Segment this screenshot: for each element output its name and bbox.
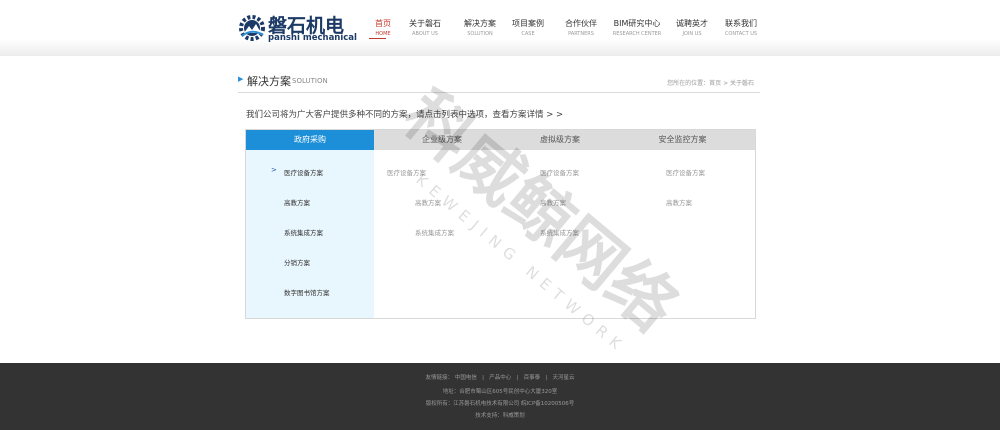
brand-logo[interactable]: 磐石机电 panshi mechanical [238, 13, 357, 45]
nav-label: 关于磐石 [409, 19, 441, 28]
list-item[interactable]: 医疗设备方案 [540, 167, 579, 177]
nav-sublabel: CASE [521, 31, 535, 37]
list-item[interactable]: 分销方案 [284, 257, 310, 267]
footer-link[interactable]: 百事泰 [524, 375, 541, 381]
list-item[interactable]: 高教方案 [415, 197, 441, 207]
page-title-bar: ▶ 解决方案 SOLUTION 您所在的位置：首页 > 关于磐石 [238, 70, 760, 93]
nav-label: 联系我们 [725, 19, 757, 28]
solution-panel: 政府采购 企业级方案 虚拟级方案 安全监控方案 > 医疗设备方案 高教方案 系统… [245, 129, 756, 319]
nav-research[interactable]: BIM研究中心 RESEARCH CENTER [607, 19, 667, 39]
nav-sublabel: ABOUT US [412, 31, 438, 37]
footer-address: 地址：合肥市蜀山区605号民创中心大厦320室 [442, 389, 558, 395]
nav-label: 合作伙伴 [565, 19, 597, 28]
tab-bar: 政府采购 企业级方案 虚拟级方案 安全监控方案 [246, 130, 755, 150]
tab-virtual[interactable]: 虚拟级方案 [510, 130, 610, 150]
nav-label: 项目案例 [512, 19, 544, 28]
list-item[interactable]: 医疗设备方案 [387, 167, 426, 177]
list-item[interactable]: 系统集成方案 [284, 227, 323, 237]
list-item[interactable]: 高教方案 [540, 197, 566, 207]
footer-link[interactable]: 天河星云 [552, 375, 574, 381]
nav-active-underline [369, 38, 386, 39]
page-subtitle: SOLUTION [292, 77, 328, 85]
nav-sublabel: RESEARCH CENTER [612, 31, 662, 37]
nav-about[interactable]: 关于磐石 ABOUT US [395, 19, 455, 39]
breadcrumb[interactable]: 您所在的位置：首页 > 关于磐石 [667, 78, 754, 87]
footer-link[interactable]: 产品中心 [489, 375, 511, 381]
nav-sublabel: PARTNERS [568, 31, 594, 37]
intro-text: 我们公司将为广大客户提供多种不同的方案，请点击列表中选项，查看方案详情 > > [246, 110, 564, 120]
nav-label: BIM研究中心 [613, 19, 661, 28]
footer-separator: | [545, 375, 548, 381]
tab-security[interactable]: 安全监控方案 [610, 130, 755, 150]
site-header: 磐石机电 panshi mechanical 首页 HOME 关于磐石 ABOU… [0, 0, 1000, 56]
nav-partners[interactable]: 合作伙伴 PARTNERS [551, 19, 611, 39]
list-item[interactable]: 数字图书馆方案 [284, 287, 330, 297]
list-item[interactable]: 高教方案 [666, 197, 692, 207]
footer-links: 友情链接： 中国电信 | 产品中心 | 百事泰 | 天河星云 [0, 373, 1000, 381]
footer-copyright: 版权所有：江苏磐石机电技术有限公司 皖ICP备10200506号 [425, 401, 575, 407]
list-item[interactable]: 系统集成方案 [415, 227, 454, 237]
active-arrow-icon: > [271, 166, 277, 174]
title-triangle-icon: ▶ [238, 75, 244, 83]
page-title: 解决方案 [247, 75, 291, 88]
footer-separator: | [482, 375, 484, 381]
list-item[interactable]: 高教方案 [284, 197, 310, 207]
left-column: > 医疗设备方案 高教方案 系统集成方案 分销方案 数字图书馆方案 [246, 150, 374, 318]
list-item[interactable]: 系统集成方案 [540, 227, 579, 237]
tab-enterprise[interactable]: 企业级方案 [374, 130, 510, 150]
gear-logo-icon [239, 15, 265, 41]
nav-case[interactable]: 项目案例 CASE [498, 19, 558, 39]
footer-links-label: 友情链接： [425, 375, 454, 381]
tab-government[interactable]: 政府采购 [246, 130, 374, 150]
footer-separator: | [516, 375, 519, 381]
brand-name-en: panshi mechanical [268, 33, 357, 43]
nav-contact[interactable]: 联系我们 CONTACT US [711, 19, 771, 39]
site-footer: 友情链接： 中国电信 | 产品中心 | 百事泰 | 天河星云 地址：合肥市蜀山区… [0, 363, 1000, 430]
main-nav: 首页 HOME 关于磐石 ABOUT US 解决方案 SOLUTION 项目案例… [360, 19, 770, 49]
footer-link[interactable]: 中国电信 [455, 375, 477, 381]
nav-sublabel: CONTACT US [724, 31, 758, 37]
footer-support: 技术支持：科威策划 [475, 413, 525, 419]
list-item[interactable]: 医疗设备方案 [666, 167, 705, 177]
list-item[interactable]: 医疗设备方案 [284, 167, 323, 177]
